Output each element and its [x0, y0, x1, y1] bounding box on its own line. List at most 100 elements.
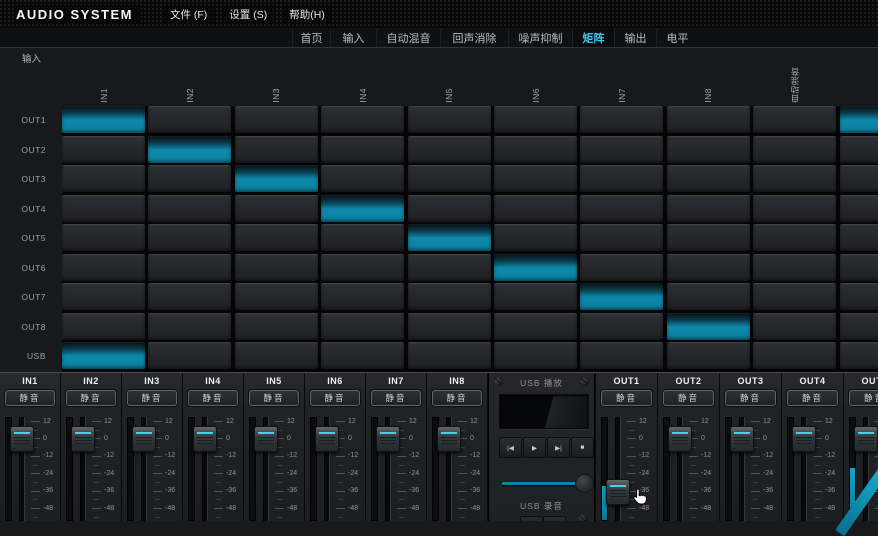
matrix-cell-OUT3-IN7[interactable]: [580, 165, 663, 192]
matrix-cell-OUT8-IN6[interactable]: [494, 313, 577, 340]
mute-button-IN7[interactable]: 静音: [371, 390, 421, 406]
matrix-cell-OUT1-自动混音[interactable]: [753, 106, 836, 133]
matrix-cell-OUT3-IN2[interactable]: [148, 165, 231, 192]
matrix-cell-USB-IN3[interactable]: [235, 342, 318, 369]
matrix-cell-OUT6-IN8[interactable]: [667, 254, 750, 281]
matrix-cell-OUT7-USB[interactable]: [840, 283, 878, 310]
matrix-cell-OUT1-IN5[interactable]: [408, 106, 491, 133]
matrix-cell-USB-IN7[interactable]: [580, 342, 663, 369]
matrix-cell-OUT8-USB[interactable]: [840, 313, 878, 340]
fader-knob-OUT4[interactable]: [792, 426, 816, 452]
usb-record-stop-button[interactable]: [543, 516, 566, 521]
mute-button-IN2[interactable]: 静音: [66, 390, 116, 406]
matrix-cell-OUT8-IN7[interactable]: [580, 313, 663, 340]
matrix-cell-OUT6-IN5[interactable]: [408, 254, 491, 281]
matrix-cell-OUT1-IN3[interactable]: [235, 106, 318, 133]
matrix-cell-OUT7-IN4[interactable]: [321, 283, 404, 310]
tab-自动混音[interactable]: 自动混音: [376, 28, 440, 47]
menu-item-1[interactable]: 设置 (S): [222, 5, 274, 24]
matrix-cell-OUT8-IN4[interactable]: [321, 313, 404, 340]
matrix-cell-OUT2-IN1[interactable]: [62, 136, 145, 163]
matrix-cell-OUT8-IN2[interactable]: [148, 313, 231, 340]
matrix-cell-USB-IN4[interactable]: [321, 342, 404, 369]
matrix-cell-OUT2-IN7[interactable]: [580, 136, 663, 163]
mute-button-IN5[interactable]: 静音: [249, 390, 299, 406]
matrix-cell-OUT4-IN1[interactable]: [62, 195, 145, 222]
matrix-cell-OUT8-自动混音[interactable]: [753, 313, 836, 340]
tab-首页[interactable]: 首页: [292, 28, 330, 47]
matrix-cell-OUT3-IN4[interactable]: [321, 165, 404, 192]
matrix-cell-OUT1-USB[interactable]: [840, 106, 878, 133]
fader-knob-IN3[interactable]: [132, 426, 156, 452]
matrix-cell-OUT7-IN5[interactable]: [408, 283, 491, 310]
matrix-cell-OUT5-IN8[interactable]: [667, 224, 750, 251]
matrix-cell-OUT3-自动混音[interactable]: [753, 165, 836, 192]
transport-prev-button[interactable]: |◀: [499, 437, 522, 458]
matrix-cell-OUT4-IN5[interactable]: [408, 195, 491, 222]
matrix-cell-OUT4-IN8[interactable]: [667, 195, 750, 222]
fader-knob-IN8[interactable]: [437, 426, 461, 452]
matrix-cell-OUT6-IN6[interactable]: [494, 254, 577, 281]
matrix-cell-OUT3-IN3[interactable]: [235, 165, 318, 192]
mute-button-OUT5[interactable]: 静音: [849, 390, 878, 406]
matrix-cell-OUT8-IN1[interactable]: [62, 313, 145, 340]
mute-button-IN3[interactable]: 静音: [127, 390, 177, 406]
matrix-cell-OUT2-IN2[interactable]: [148, 136, 231, 163]
matrix-cell-USB-IN2[interactable]: [148, 342, 231, 369]
matrix-cell-OUT1-IN1[interactable]: [62, 106, 145, 133]
tab-矩阵[interactable]: 矩阵: [572, 28, 614, 47]
matrix-cell-OUT7-自动混音[interactable]: [753, 283, 836, 310]
matrix-cell-OUT3-IN6[interactable]: [494, 165, 577, 192]
matrix-cell-OUT5-IN4[interactable]: [321, 224, 404, 251]
matrix-cell-OUT6-IN4[interactable]: [321, 254, 404, 281]
matrix-cell-OUT7-IN1[interactable]: [62, 283, 145, 310]
matrix-cell-OUT7-IN7[interactable]: [580, 283, 663, 310]
matrix-cell-OUT5-IN6[interactable]: [494, 224, 577, 251]
matrix-cell-OUT6-USB[interactable]: [840, 254, 878, 281]
matrix-cell-OUT2-IN5[interactable]: [408, 136, 491, 163]
matrix-cell-USB-IN1[interactable]: [62, 342, 145, 369]
matrix-cell-OUT1-IN2[interactable]: [148, 106, 231, 133]
mute-button-IN6[interactable]: 静音: [310, 390, 360, 406]
matrix-cell-USB-自动混音[interactable]: [753, 342, 836, 369]
matrix-cell-OUT2-IN4[interactable]: [321, 136, 404, 163]
matrix-cell-OUT7-IN2[interactable]: [148, 283, 231, 310]
matrix-cell-OUT4-IN2[interactable]: [148, 195, 231, 222]
matrix-cell-OUT5-自动混音[interactable]: [753, 224, 836, 251]
matrix-cell-OUT2-自动混音[interactable]: [753, 136, 836, 163]
matrix-cell-OUT8-IN8[interactable]: [667, 313, 750, 340]
mute-button-OUT2[interactable]: 静音: [663, 390, 714, 406]
matrix-cell-OUT4-IN4[interactable]: [321, 195, 404, 222]
matrix-cell-OUT1-IN8[interactable]: [667, 106, 750, 133]
matrix-cell-OUT7-IN8[interactable]: [667, 283, 750, 310]
matrix-cell-OUT1-IN7[interactable]: [580, 106, 663, 133]
tab-噪声抑制[interactable]: 噪声抑制: [508, 28, 572, 47]
matrix-cell-OUT2-IN6[interactable]: [494, 136, 577, 163]
fader-knob-IN2[interactable]: [71, 426, 95, 452]
matrix-cell-USB-IN8[interactable]: [667, 342, 750, 369]
matrix-cell-OUT5-IN3[interactable]: [235, 224, 318, 251]
fader-knob-OUT2[interactable]: [668, 426, 692, 452]
matrix-cell-OUT5-USB[interactable]: [840, 224, 878, 251]
fader-knob-IN4[interactable]: [193, 426, 217, 452]
transport-stop-button[interactable]: ■: [571, 437, 594, 458]
matrix-cell-OUT3-IN5[interactable]: [408, 165, 491, 192]
matrix-cell-OUT3-IN8[interactable]: [667, 165, 750, 192]
matrix-cell-OUT8-IN3[interactable]: [235, 313, 318, 340]
fader-track-OUT1[interactable]: [615, 417, 621, 521]
usb-volume-knob[interactable]: [575, 474, 594, 493]
matrix-cell-OUT4-自动混音[interactable]: [753, 195, 836, 222]
matrix-cell-OUT1-IN6[interactable]: [494, 106, 577, 133]
fader-knob-OUT1[interactable]: [606, 479, 630, 505]
mute-button-IN1[interactable]: 静音: [5, 390, 55, 406]
mute-button-OUT4[interactable]: 静音: [787, 390, 838, 406]
matrix-cell-OUT2-IN3[interactable]: [235, 136, 318, 163]
mute-button-OUT1[interactable]: 静音: [601, 390, 652, 406]
tab-输出[interactable]: 输出: [614, 28, 656, 47]
matrix-cell-OUT5-IN1[interactable]: [62, 224, 145, 251]
matrix-cell-OUT5-IN5[interactable]: [408, 224, 491, 251]
matrix-cell-OUT7-IN3[interactable]: [235, 283, 318, 310]
matrix-cell-USB-IN5[interactable]: [408, 342, 491, 369]
matrix-cell-OUT6-IN7[interactable]: [580, 254, 663, 281]
matrix-cell-OUT1-IN4[interactable]: [321, 106, 404, 133]
